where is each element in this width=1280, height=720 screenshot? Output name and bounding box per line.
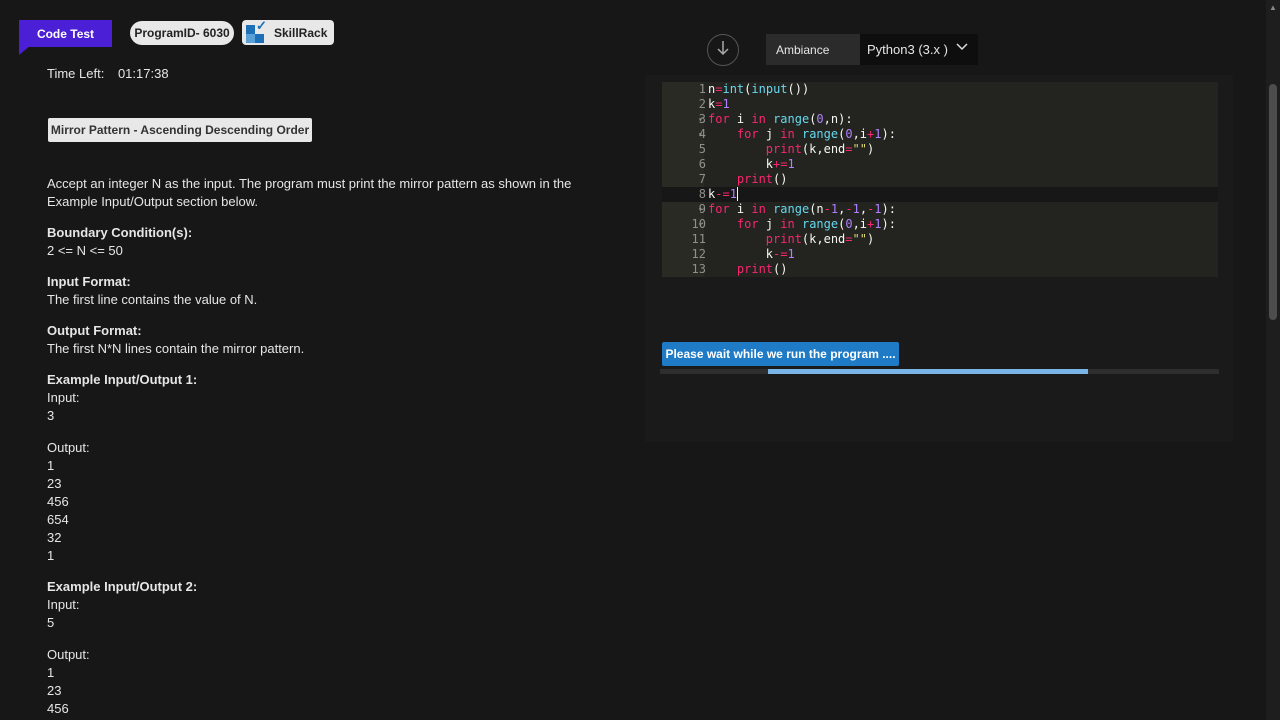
run-status-button[interactable]: Please wait while we run the program ...…: [662, 342, 899, 366]
code-line: 13 print(): [662, 262, 1218, 277]
example-1-output-line: 23: [47, 476, 62, 491]
scrollbar-thumb[interactable]: [1269, 84, 1277, 320]
example-1-output-line: 654: [47, 512, 69, 527]
language-select[interactable]: Python3 (3.x ): [860, 34, 978, 65]
example-2-input-label: Input:: [47, 597, 80, 612]
example-2-output-label: Output:: [47, 647, 90, 662]
line-number: 13: [691, 262, 706, 276]
problem-statement: Accept an integer N as the input. The pr…: [47, 176, 572, 209]
language-select-value: Python3 (3.x ): [867, 42, 948, 57]
skillrack-badge: ✓ SkillRack: [242, 18, 334, 45]
line-number: 11: [691, 232, 706, 246]
code-line: 12 k-=1: [662, 247, 1218, 262]
code-test-badge: Code Test: [19, 20, 112, 47]
line-number: 1: [698, 82, 706, 96]
example-2-section: Example Input/Output 2: Input: 5 Output:…: [47, 578, 607, 718]
code-line: 1 n=int(input()): [662, 82, 1218, 97]
ambiance-toggle[interactable]: Ambiance: [766, 34, 860, 65]
code-test-badge-tail: [19, 45, 31, 55]
line-number: 5: [698, 142, 706, 156]
time-left-value: 01:17:38: [117, 66, 169, 81]
input-format-heading: Input Format:: [47, 274, 131, 289]
scroll-up-icon[interactable]: ▲: [1269, 3, 1277, 12]
example-1-output-line: 1: [47, 458, 55, 473]
example-1-output-label: Output:: [47, 440, 90, 455]
skillrack-label: SkillRack: [274, 25, 328, 40]
arrow-down-icon: [716, 40, 730, 61]
run-progress-bar: [660, 369, 1219, 374]
input-format-text: The first line contains the value of N.: [47, 292, 258, 307]
download-button[interactable]: [707, 34, 739, 66]
example-2-output-line: 1: [47, 665, 55, 680]
time-left-label: Time Left:: [47, 66, 105, 81]
run-progress-fill: [768, 369, 1088, 374]
example-1-heading: Example Input/Output 1:: [47, 372, 198, 387]
time-left: Time Left: 01:17:38: [47, 66, 169, 81]
boundary-heading: Boundary Condition(s):: [47, 225, 193, 240]
code-line: 4 ▾ for j in range(0,i+1):: [662, 127, 1218, 142]
fold-icon[interactable]: ▾: [698, 202, 703, 217]
chevron-down-icon: [956, 41, 968, 55]
line-number: 12: [691, 247, 706, 261]
boundary-section: Boundary Condition(s): 2 <= N <= 50: [47, 224, 607, 260]
code-line: 5 print(k,end=""): [662, 142, 1218, 157]
input-format-section: Input Format: The first line contains th…: [47, 273, 607, 309]
example-1-output-line: 1: [47, 548, 55, 563]
code-line: 6 k+=1: [662, 157, 1218, 172]
skillrack-logo-icon: ✓: [242, 18, 268, 45]
output-format-text: The first N*N lines contain the mirror p…: [47, 341, 305, 356]
code-line: 2 k=1: [662, 97, 1218, 112]
problem-title-button[interactable]: Mirror Pattern - Ascending Descending Or…: [48, 118, 312, 142]
problem-description: Accept an integer N as the input. The pr…: [47, 175, 607, 718]
example-2-input: 5: [47, 615, 55, 630]
code-editor[interactable]: 1 n=int(input()) 2 k=1 3 ▾ for i in range(0,…: [662, 82, 1218, 277]
example-1-input-label: Input:: [47, 390, 80, 405]
example-2-output-line: 456: [47, 701, 69, 716]
code-line: 10 ▾ for j in range(0,i+1):: [662, 217, 1218, 232]
code-line: 3 ▾ for i in range(0,n):: [662, 112, 1218, 127]
page-scrollbar[interactable]: ▲: [1266, 0, 1280, 720]
code-line: 9 ▾ for i in range(n-1,-1,-1):: [662, 202, 1218, 217]
example-1-output-line: 456: [47, 494, 69, 509]
program-id-badge: ProgramID- 6030: [130, 21, 234, 45]
line-number: 8: [698, 187, 706, 201]
boundary-text: 2 <= N <= 50: [47, 243, 123, 258]
code-line-active: 8 k-=1: [662, 187, 1218, 202]
example-2-heading: Example Input/Output 2:: [47, 579, 198, 594]
example-1-output-line: 32: [47, 530, 62, 545]
example-2-output-line: 23: [47, 683, 62, 698]
fold-icon[interactable]: ▾: [698, 127, 703, 142]
output-format-heading: Output Format:: [47, 323, 142, 338]
code-line: 11 print(k,end=""): [662, 232, 1218, 247]
code-line: 7 print(): [662, 172, 1218, 187]
line-number: 7: [698, 172, 706, 186]
fold-icon[interactable]: ▾: [698, 217, 703, 232]
example-1-input: 3: [47, 408, 55, 423]
example-1-section: Example Input/Output 1: Input: 3 Output:…: [47, 371, 607, 565]
line-number: 6: [698, 157, 706, 171]
fold-icon[interactable]: ▾: [698, 112, 703, 127]
line-number: 2: [698, 97, 706, 111]
output-format-section: Output Format: The first N*N lines conta…: [47, 322, 607, 358]
